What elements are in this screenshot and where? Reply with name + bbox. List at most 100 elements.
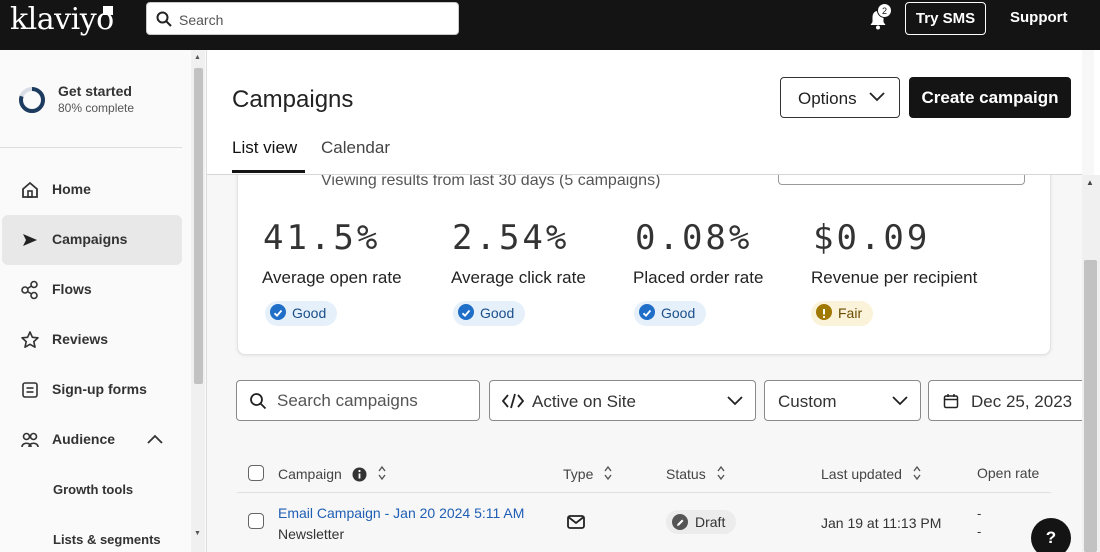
top-bar: klaviyo 2 Try SMS Support [0, 0, 1100, 50]
chevron-down-icon [892, 396, 908, 406]
tab-list-view[interactable]: List view [232, 138, 297, 158]
column-label: Open rate [977, 465, 1040, 481]
column-label: Type [563, 466, 594, 482]
column-header-type[interactable]: Type [563, 465, 613, 482]
flows-icon [21, 280, 38, 300]
sidebar-item-label: Sign-up forms [52, 381, 147, 397]
options-button[interactable]: Options [780, 77, 900, 118]
check-circle-icon [639, 304, 655, 320]
table-header-divider [237, 492, 1051, 493]
sidebar-item-reviews[interactable]: Reviews [2, 315, 182, 365]
active-tab-indicator [232, 170, 305, 173]
site-filter-dropdown[interactable]: Active on Site [489, 380, 756, 421]
star-icon [21, 331, 39, 348]
sidebar-item-campaigns[interactable]: Campaigns [2, 215, 182, 265]
campaign-subtitle: Newsletter [278, 526, 345, 542]
search-icon [156, 11, 172, 27]
sort-icon[interactable] [377, 465, 387, 481]
page-header: Campaigns Options Create campaign List v… [207, 50, 1082, 175]
get-started-progress: 80% complete [58, 101, 135, 115]
campaign-name-link[interactable]: Email Campaign - Jan 20 2024 5:11 AM [278, 505, 524, 521]
column-label: Status [666, 466, 706, 482]
rating-badge-placed-order-rate: Good [634, 301, 707, 326]
chevron-down-icon [869, 92, 885, 102]
support-link[interactable]: Support [1010, 9, 1068, 26]
calendar-icon [943, 394, 959, 409]
campaign-search-input[interactable] [277, 390, 472, 412]
last-updated-value: Jan 19 at 11:13 PM [821, 515, 942, 531]
column-header-campaign[interactable]: Campaign [278, 465, 387, 482]
select-all-checkbox[interactable] [248, 465, 264, 481]
global-search[interactable] [146, 2, 459, 35]
rating-badge-click-rate: Good [453, 301, 526, 326]
sidebar-item-home[interactable]: Home [2, 165, 182, 215]
scroll-down-arrow-icon[interactable]: ▼ [194, 530, 201, 537]
try-sms-button[interactable]: Try SMS [905, 2, 986, 35]
date-value: Dec 25, 2023 [971, 392, 1073, 411]
range-filter-value: Custom [778, 392, 837, 411]
check-circle-icon [270, 304, 286, 320]
site-filter-value: Active on Site [532, 392, 636, 411]
progress-ring-icon[interactable] [18, 86, 46, 114]
metric-label-placed-order-rate: Placed order rate [633, 268, 764, 287]
code-icon [502, 393, 524, 409]
form-icon [22, 382, 38, 398]
draft-icon [672, 514, 688, 530]
page-title: Campaigns [232, 86, 354, 113]
get-started-title[interactable]: Get started [58, 83, 132, 99]
klaviyo-logo[interactable]: klaviyo [10, 2, 114, 37]
open-rate-value: - [977, 506, 982, 521]
rating-label: Fair [838, 305, 863, 321]
sidebar: Get started 80% complete Home Campaigns … [0, 50, 207, 552]
main-scrollbar-thumb[interactable] [1084, 260, 1097, 552]
sort-icon[interactable] [716, 465, 726, 481]
chevron-down-icon [727, 396, 743, 406]
sidebar-subitem-growth-tools[interactable]: Growth tools [53, 482, 133, 497]
sidebar-item-label: Flows [52, 281, 92, 297]
status-label: Draft [695, 514, 726, 530]
column-header-open-rate[interactable]: Open rate [977, 465, 1039, 481]
sort-icon[interactable] [912, 465, 922, 481]
tab-calendar[interactable]: Calendar [321, 138, 390, 158]
sidebar-item-flows[interactable]: Flows [2, 265, 182, 315]
home-icon [22, 181, 38, 198]
column-header-last-updated[interactable]: Last updated [821, 465, 922, 482]
metric-value-open-rate: 41.5% [263, 218, 381, 258]
row-checkbox[interactable] [248, 513, 264, 529]
status-badge: Draft [666, 510, 736, 534]
rating-label: Good [661, 305, 696, 321]
sidebar-item-label: Audience [52, 431, 116, 447]
rating-label: Good [292, 305, 327, 321]
rating-badge-revenue-per-recipient: Fair [811, 301, 874, 326]
range-filter-dropdown[interactable]: Custom [764, 380, 921, 421]
chevron-up-icon[interactable] [146, 433, 164, 445]
campaign-search[interactable] [236, 380, 480, 421]
help-button[interactable]: ? [1031, 518, 1071, 552]
sidebar-item-label: Home [52, 181, 91, 197]
check-circle-icon [458, 304, 474, 320]
column-label: Last updated [821, 466, 902, 482]
campaigns-icon [23, 234, 37, 246]
warning-circle-icon [816, 304, 832, 320]
metric-value-revenue-per-recipient: $0.09 [813, 218, 931, 258]
sidebar-item-signup-forms[interactable]: Sign-up forms [2, 365, 182, 415]
sidebar-scrollbar-thumb[interactable] [194, 68, 203, 384]
column-label: Campaign [278, 466, 342, 482]
sidebar-item-label: Reviews [52, 331, 109, 347]
sidebar-divider [0, 147, 182, 148]
logo-flag-icon [103, 6, 113, 15]
scroll-up-arrow-icon[interactable]: ▲ [194, 54, 201, 61]
sidebar-subitem-lists-segments[interactable]: Lists & segments [53, 532, 161, 547]
scroll-up-arrow-icon[interactable]: ▲ [1086, 178, 1094, 187]
sort-icon[interactable] [603, 465, 613, 481]
notification-count-badge: 2 [877, 3, 892, 18]
metric-label-revenue-per-recipient: Revenue per recipient [811, 268, 978, 287]
rating-badge-open-rate: Good [265, 301, 338, 326]
info-icon[interactable] [352, 467, 367, 482]
email-icon [567, 515, 585, 529]
global-search-input[interactable] [179, 9, 449, 31]
date-picker[interactable]: Dec 25, 2023 [928, 380, 1088, 421]
column-header-status[interactable]: Status [666, 465, 726, 482]
sidebar-item-label: Campaigns [52, 231, 128, 247]
create-campaign-button[interactable]: Create campaign [909, 77, 1071, 118]
